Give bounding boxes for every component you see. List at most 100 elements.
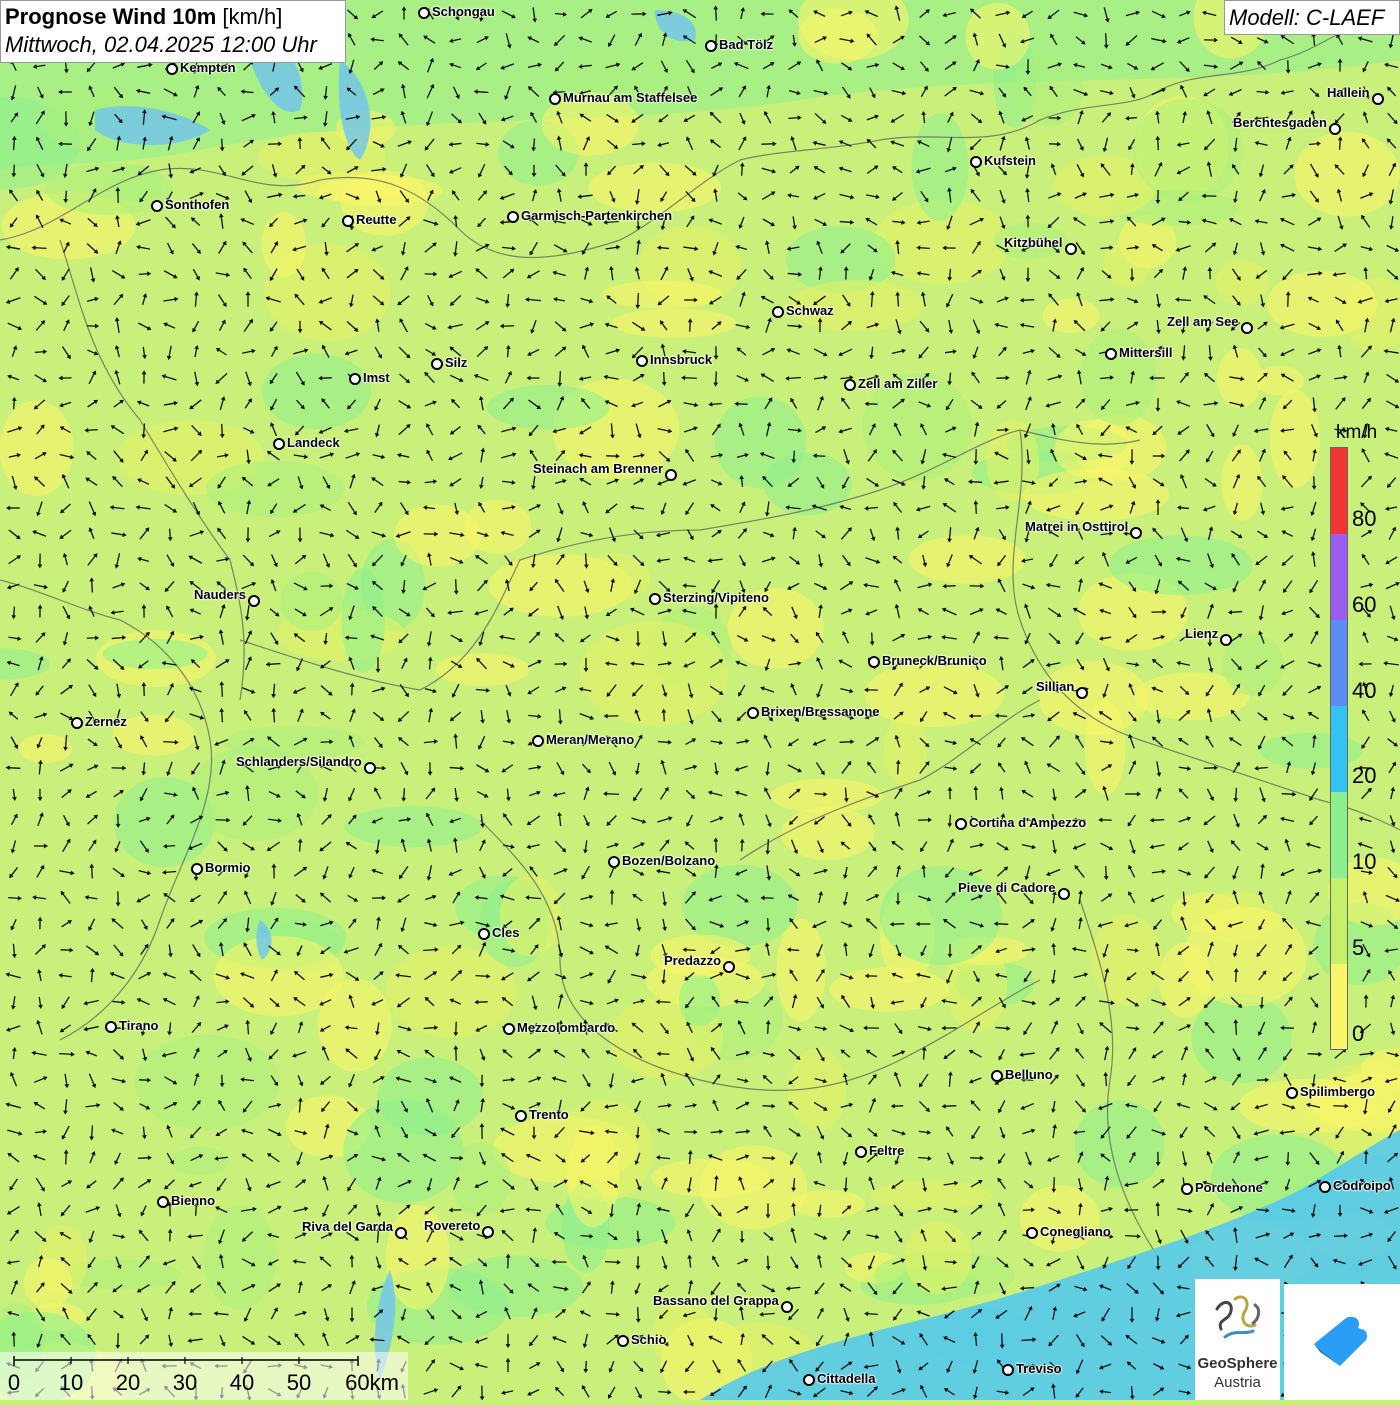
city-marker[interactable] <box>665 469 677 481</box>
city-label[interactable]: Cles <box>492 925 519 940</box>
city-label[interactable]: Bormio <box>205 860 251 875</box>
city-label[interactable]: Spilimbergo <box>1300 1084 1375 1099</box>
city-label[interactable]: Murnau am Staffelsee <box>563 90 697 105</box>
city-marker[interactable] <box>970 156 982 168</box>
city-marker[interactable] <box>482 1226 494 1238</box>
city-label[interactable]: Belluno <box>1005 1067 1053 1082</box>
city-marker[interactable] <box>507 211 519 223</box>
city-label[interactable]: Codroipo <box>1333 1178 1391 1193</box>
city-marker[interactable] <box>248 595 260 607</box>
city-label[interactable]: Landeck <box>287 435 340 450</box>
app-logo[interactable] <box>1284 1284 1400 1400</box>
city-label[interactable]: Bassano del Grappa <box>653 1293 779 1308</box>
city-marker[interactable] <box>503 1023 515 1035</box>
city-label[interactable]: Cittadella <box>817 1371 876 1386</box>
city-marker[interactable] <box>418 7 430 19</box>
city-label[interactable]: Bad Tölz <box>719 37 773 52</box>
city-marker[interactable] <box>157 1196 169 1208</box>
city-label[interactable]: Matrei in Osttirol <box>1025 519 1128 534</box>
city-marker[interactable] <box>1002 1364 1014 1376</box>
city-label[interactable]: Schongau <box>432 4 495 19</box>
city-label[interactable]: Zell am See <box>1167 314 1239 329</box>
city-label[interactable]: Garmisch-Partenkirchen <box>521 208 672 223</box>
city-marker[interactable] <box>991 1070 1003 1082</box>
city-marker[interactable] <box>273 438 285 450</box>
city-label[interactable]: Tirano <box>119 1018 159 1033</box>
city-label[interactable]: Sillian <box>1036 679 1074 694</box>
city-label[interactable]: Innsbruck <box>650 352 712 367</box>
city-marker[interactable] <box>1130 527 1142 539</box>
city-label[interactable]: Predazzo <box>664 953 721 968</box>
city-marker[interactable] <box>1065 243 1077 255</box>
city-label[interactable]: Treviso <box>1016 1361 1062 1376</box>
city-label[interactable]: Schio <box>631 1332 666 1347</box>
city-marker[interactable] <box>532 735 544 747</box>
city-label[interactable]: Pordenone <box>1195 1180 1263 1195</box>
city-label[interactable]: Conegliano <box>1040 1224 1111 1239</box>
city-marker[interactable] <box>431 358 443 370</box>
city-marker[interactable] <box>1220 634 1232 646</box>
city-label[interactable]: Brixen/Bressanone <box>761 704 880 719</box>
city-marker[interactable] <box>191 863 203 875</box>
city-marker[interactable] <box>549 93 561 105</box>
city-marker[interactable] <box>608 856 620 868</box>
city-label[interactable]: Kempten <box>180 60 236 75</box>
city-marker[interactable] <box>342 215 354 227</box>
city-marker[interactable] <box>364 762 376 774</box>
city-marker[interactable] <box>166 63 178 75</box>
city-label[interactable]: Zernez <box>85 714 127 729</box>
city-marker[interactable] <box>844 379 856 391</box>
city-marker[interactable] <box>855 1146 867 1158</box>
city-label[interactable]: Reutte <box>356 212 396 227</box>
city-label[interactable]: Schwaz <box>786 303 834 318</box>
city-marker[interactable] <box>772 306 784 318</box>
city-marker[interactable] <box>868 656 880 668</box>
city-label[interactable]: Mezzolombardo <box>517 1020 615 1035</box>
city-marker[interactable] <box>1181 1183 1193 1195</box>
city-label[interactable]: Riva del Garda <box>302 1219 393 1234</box>
city-label[interactable]: Feltre <box>869 1143 904 1158</box>
city-marker[interactable] <box>105 1021 117 1033</box>
city-marker[interactable] <box>478 928 490 940</box>
city-label[interactable]: Steinach am Brenner <box>533 461 663 476</box>
city-marker[interactable] <box>515 1110 527 1122</box>
city-marker[interactable] <box>617 1335 629 1347</box>
city-marker[interactable] <box>781 1301 793 1313</box>
city-label[interactable]: Berchtesgaden <box>1233 115 1327 130</box>
city-marker[interactable] <box>151 200 163 212</box>
city-label[interactable]: Nauders <box>194 587 246 602</box>
city-marker[interactable] <box>636 355 648 367</box>
city-marker[interactable] <box>705 40 717 52</box>
city-marker[interactable] <box>1372 93 1384 105</box>
city-label[interactable]: Zell am Ziller <box>858 376 937 391</box>
city-marker[interactable] <box>1286 1087 1298 1099</box>
city-marker[interactable] <box>723 961 735 973</box>
city-marker[interactable] <box>349 373 361 385</box>
city-label[interactable]: Schlanders/Silandro <box>236 754 362 769</box>
city-label[interactable]: Sterzing/Vipiteno <box>663 590 769 605</box>
city-label[interactable]: Pieve di Cadore <box>958 880 1056 895</box>
city-label[interactable]: Kitzbühel <box>1004 235 1063 250</box>
city-marker[interactable] <box>1329 123 1341 135</box>
city-label[interactable]: Meran/Merano <box>546 732 634 747</box>
city-marker[interactable] <box>649 593 661 605</box>
city-marker[interactable] <box>1241 322 1253 334</box>
city-marker[interactable] <box>1105 348 1117 360</box>
city-label[interactable]: Bozen/Bolzano <box>622 853 715 868</box>
city-label[interactable]: Bruneck/Brunico <box>882 653 987 668</box>
city-label[interactable]: Imst <box>363 370 390 385</box>
city-marker[interactable] <box>955 818 967 830</box>
city-marker[interactable] <box>1058 888 1070 900</box>
city-label[interactable]: Silz <box>445 355 467 370</box>
city-marker[interactable] <box>71 717 83 729</box>
city-label[interactable]: Rovereto <box>424 1218 480 1233</box>
city-label[interactable]: Mittersill <box>1119 345 1172 360</box>
city-label[interactable]: Trento <box>529 1107 569 1122</box>
city-label[interactable]: Kufstein <box>984 153 1036 168</box>
city-label[interactable]: Cortina d'Ampezzo <box>969 815 1086 830</box>
city-label[interactable]: Hallein <box>1327 85 1370 100</box>
city-marker[interactable] <box>1319 1181 1331 1193</box>
city-label[interactable]: Bienno <box>171 1193 215 1208</box>
city-label[interactable]: Lienz <box>1185 626 1218 641</box>
city-marker[interactable] <box>1076 687 1088 699</box>
